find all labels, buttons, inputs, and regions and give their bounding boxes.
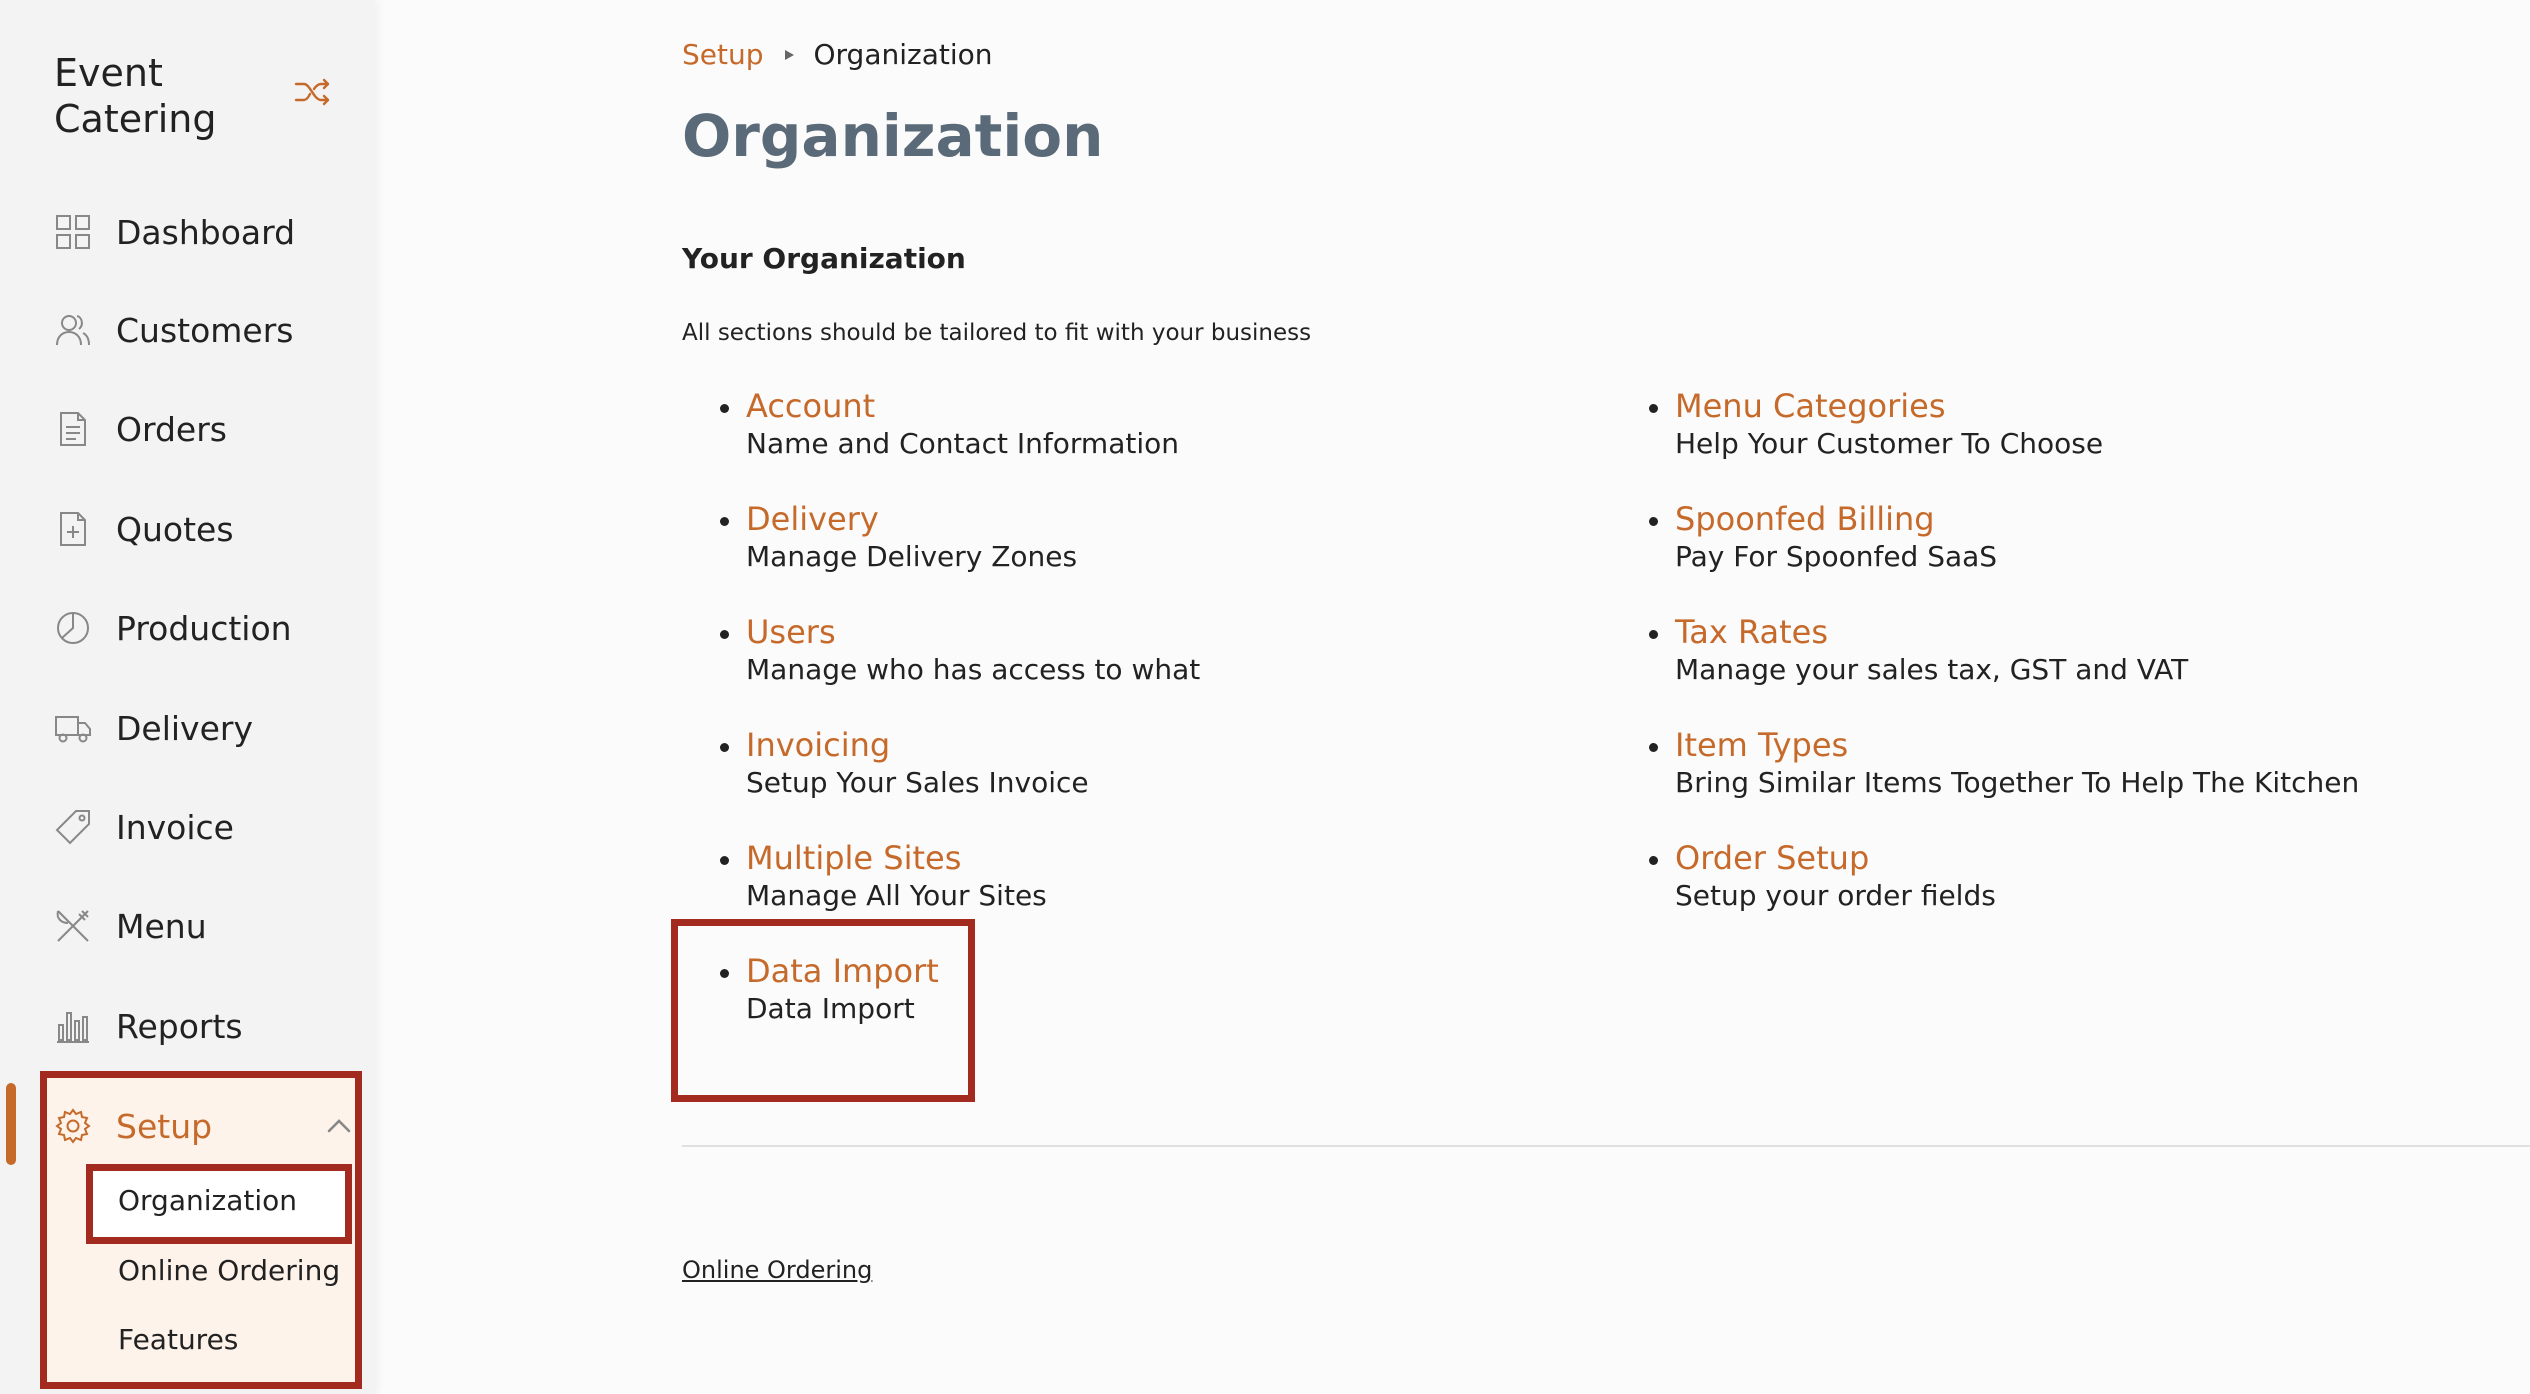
list-item: Invoicing Setup Your Sales Invoice [720,725,1089,801]
list-item: Account Name and Contact Information [720,386,1180,462]
sidebar-item-label: Invoice [116,807,234,847]
sidebar-item-label: Production [116,608,292,648]
bullet [1649,517,1658,526]
bullet [720,517,729,526]
sidebar-item-production[interactable]: Production [54,598,354,658]
sidebar-item-quotes[interactable]: Quotes [54,499,354,559]
data-import-highlight-box [671,919,975,1102]
link-description: Setup your order fields [1675,879,1996,912]
sidebar-item-label: Orders [116,409,227,449]
link-description: Manage All Your Sites [746,879,1047,912]
list-item: Users Manage who has access to what [720,612,1201,688]
sidebar-subitem-online-ordering[interactable]: Online Ordering [118,1254,340,1287]
list-item: Menu Categories Help Your Customer To Ch… [1649,386,2104,462]
link-description: Bring Similar Items Together To Help The… [1675,766,2360,799]
bullet [1649,856,1658,865]
sidebar-item-dashboard[interactable]: Dashboard [54,202,354,262]
reports-icon [57,1012,89,1043]
link-tax-rates[interactable]: Tax Rates [1675,612,2188,652]
bullet [1649,404,1658,413]
list-item: Order Setup Setup your order fields [1649,838,1996,914]
bullet [720,630,729,639]
bullet [720,856,729,865]
sidebar-item-label: Customers [116,310,294,350]
link-multiple-sites[interactable]: Multiple Sites [746,838,1047,878]
sidebar-item-label: Dashboard [116,212,296,252]
sidebar-item-label: Setup [116,1106,213,1146]
online-ordering-link[interactable]: Online Ordering [682,1256,872,1284]
link-invoicing[interactable]: Invoicing [746,725,1089,765]
active-indicator [6,1083,16,1165]
list-item: Tax Rates Manage your sales tax, GST and… [1649,612,2189,688]
link-account[interactable]: Account [746,386,1179,426]
section-subtitle: All sections should be tailored to fit w… [682,320,1312,346]
link-description: Name and Contact Information [746,427,1180,460]
brand-name: Event Catering [54,50,216,142]
divider [682,1145,2530,1147]
bullet [1649,630,1658,639]
link-description: Setup Your Sales Invoice [746,766,1089,799]
list-item: Spoonfed Billing Pay For Spoonfed SaaS [1649,499,1998,575]
link-order-setup[interactable]: Order Setup [1675,838,1996,878]
bullet [720,404,729,413]
customers-icon [56,315,90,346]
sidebar-item-label: Quotes [116,509,234,549]
orders-icon [60,412,86,446]
link-description: Pay For Spoonfed SaaS [1675,540,1998,573]
bullet [1649,743,1658,752]
brand-line-1: Event [54,51,163,95]
list-item: Item Types Bring Similar Items Together … [1649,725,2360,801]
sidebar-subitem-features[interactable]: Features [118,1323,238,1356]
link-item-types[interactable]: Item Types [1675,725,2359,765]
sidebar-item-orders[interactable]: Orders [54,399,354,459]
link-description: Help Your Customer To Choose [1675,427,2104,460]
brand-line-2: Catering [54,97,217,141]
invoice-tag-icon [55,810,90,845]
sidebar-subitem-organization[interactable]: Organization [118,1184,297,1217]
shuffle-icon[interactable] [294,76,332,108]
production-icon [57,612,89,644]
sidebar: Event Catering Dashboard Customers Order… [0,0,375,1394]
link-spoonfed-billing[interactable]: Spoonfed Billing [1675,499,1997,539]
sidebar-item-customers[interactable]: Customers [54,300,354,360]
link-description: Manage Delivery Zones [746,540,1078,573]
list-item: Delivery Manage Delivery Zones [720,499,1078,575]
link-description: Manage who has access to what [746,653,1201,686]
sidebar-item-label: Reports [116,1006,243,1046]
sidebar-item-menu[interactable]: Menu [54,896,354,956]
delivery-truck-icon [55,716,91,743]
sidebar-item-reports[interactable]: Reports [54,996,354,1056]
breadcrumb: Setup Organization [682,38,993,71]
chevron-up-icon[interactable] [324,1112,354,1140]
menu-utensils-icon [56,910,89,942]
link-users[interactable]: Users [746,612,1200,652]
sidebar-item-delivery[interactable]: Delivery [54,698,354,758]
bullet [720,743,729,752]
link-description: Manage your sales tax, GST and VAT [1675,653,2189,686]
breadcrumb-current: Organization [813,38,993,71]
gear-icon [55,1108,91,1144]
dashboard-icon [56,215,90,249]
sidebar-item-setup[interactable]: Setup [54,1096,354,1156]
sidebar-item-label: Menu [116,906,207,946]
breadcrumb-separator-icon [784,49,794,60]
link-delivery[interactable]: Delivery [746,499,1077,539]
page-title: Organization [682,102,1104,170]
quotes-icon [60,512,86,546]
sidebar-item-invoice[interactable]: Invoice [54,797,354,857]
sidebar-item-label: Delivery [116,708,253,748]
list-item: Multiple Sites Manage All Your Sites [720,838,1047,914]
section-title: Your Organization [682,242,966,275]
link-menu-categories[interactable]: Menu Categories [1675,386,2103,426]
breadcrumb-setup-link[interactable]: Setup [682,38,764,71]
